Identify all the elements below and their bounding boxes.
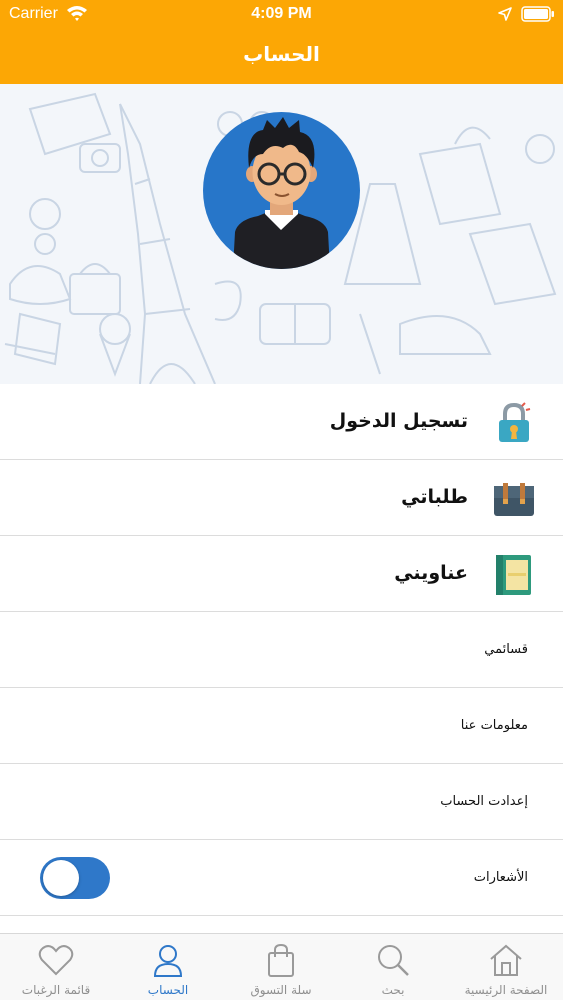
notifications-toggle[interactable]	[40, 857, 110, 899]
lists-row[interactable]: قسائمي	[0, 612, 563, 688]
user-avatar[interactable]	[203, 112, 360, 269]
orders-label: طلباتي	[401, 486, 468, 508]
home-icon	[490, 944, 522, 976]
toggle-knob	[43, 860, 79, 896]
tab-home-label: الصفحة الرئيسية	[464, 983, 548, 997]
status-bar: Carrier 4:09 PM	[0, 0, 563, 30]
notifications-label: الأشعارات	[473, 870, 528, 885]
orders-row[interactable]: طلباتي	[0, 460, 563, 536]
about-row[interactable]: معلومات عنا	[0, 688, 563, 764]
tab-cart[interactable]: سلة التسوق	[225, 934, 337, 1000]
tab-cart-label: سلة التسوق	[250, 983, 312, 997]
battery-icon	[521, 6, 554, 22]
login-label: تسجيل الدخول	[329, 410, 468, 432]
addresses-row[interactable]: عناويني	[0, 536, 563, 612]
account-settings-row[interactable]: إعدادت الحساب	[0, 764, 563, 840]
padlock-icon	[499, 402, 531, 442]
lists-label: قسائمي	[484, 642, 528, 657]
notifications-row: الأشعارات	[0, 840, 563, 916]
tab-wishlist[interactable]: قائمة الرغبات	[0, 934, 112, 1000]
page-title: الحساب	[243, 42, 320, 66]
login-row[interactable]: تسجيل الدخول	[0, 384, 563, 460]
tab-home[interactable]: الصفحة الرئيسية	[450, 934, 562, 1000]
about-label: معلومات عنا	[460, 718, 528, 733]
shopping-bag-icon	[268, 943, 294, 977]
location-arrow-icon	[498, 7, 512, 21]
address-book-icon	[496, 555, 531, 595]
avatar-person-icon	[233, 117, 330, 269]
tab-account[interactable]: الحساب	[112, 934, 224, 1000]
search-icon	[378, 945, 409, 976]
addresses-label: عناويني	[394, 562, 468, 584]
tab-search-label: بحث	[381, 983, 405, 997]
tab-search[interactable]: بحث	[337, 934, 449, 1000]
tab-account-label: الحساب	[147, 983, 189, 997]
top-bar: Carrier 4:09 PM الحساب	[0, 0, 563, 84]
heart-icon	[38, 945, 74, 976]
person-icon	[153, 945, 183, 977]
account-settings-label: إعدادت الحساب	[440, 794, 528, 809]
briefcase-icon	[494, 483, 534, 516]
tab-wishlist-label: قائمة الرغبات	[21, 983, 91, 997]
status-time: 4:09 PM	[251, 5, 312, 22]
tab-bar: قائمة الرغبات الحساب سلة التسوق بحث الصف…	[0, 933, 563, 1000]
